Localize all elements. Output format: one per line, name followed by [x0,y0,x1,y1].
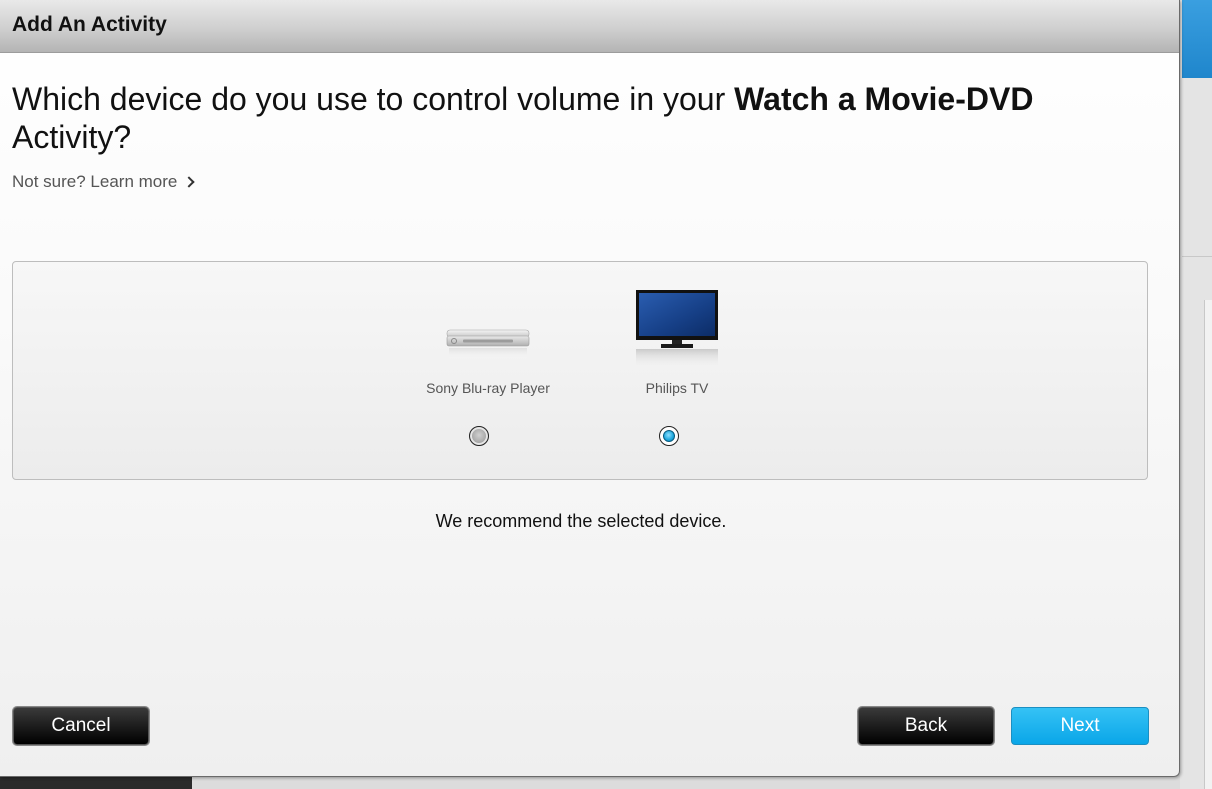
question-heading: Which device do you use to control volum… [12,80,1152,156]
device-label: Philips TV [645,380,709,396]
learn-more-label: Not sure? Learn more [12,172,178,191]
chevron-right-icon [183,176,196,188]
activity-name: Watch a Movie-DVD [734,81,1034,117]
device-radio-tv[interactable] [659,426,679,446]
background-app-header [1182,0,1212,78]
blu-ray-player-icon [446,329,530,360]
device-radio-blu-ray[interactable] [469,426,489,446]
recommendation-text: We recommend the selected device. [435,511,727,531]
question-prefix: Which device do you use to control volum… [12,81,735,117]
next-button[interactable]: Next [1011,707,1149,745]
dialog-title: Add An Activity [12,13,167,36]
device-option-tv[interactable]: Philips TV [587,262,767,479]
background-divider [1182,256,1212,257]
learn-more-link[interactable]: Not sure? Learn more [12,172,196,192]
add-activity-dialog: Add An Activity Which device do you use … [0,0,1180,777]
background-footer [0,776,192,789]
cancel-button[interactable]: Cancel [13,707,149,745]
device-label: Sony Blu-ray Player [426,380,550,396]
background-panel [1204,300,1212,789]
question-suffix: Activity? [12,119,132,155]
back-button[interactable]: Back [858,707,994,745]
dialog-titlebar: Add An Activity [0,0,1179,53]
device-option-blu-ray[interactable]: Sony Blu-ray Player [398,262,578,479]
tv-icon [636,290,718,369]
device-selection-panel: Sony Blu-ray Player Philips TV [12,261,1148,480]
